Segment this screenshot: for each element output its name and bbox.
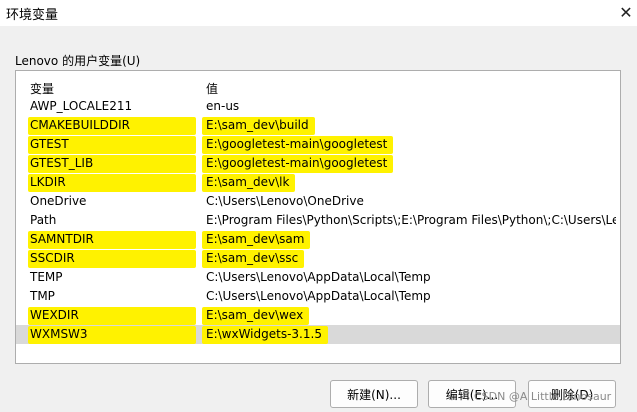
variable-value: C:\Users\Lenovo\AppData\Local\Temp <box>206 289 431 303</box>
table-row[interactable]: TMP C:\Users\Lenovo\AppData\Local\Temp <box>16 287 620 306</box>
variable-value: E:\sam_dev\lk <box>206 175 290 189</box>
table-row[interactable]: AWP_LOCALE211 en-us <box>16 97 620 116</box>
new-button[interactable]: 新建(N)... <box>330 380 418 408</box>
close-icon[interactable]: ✕ <box>615 0 637 24</box>
variable-value: E:\sam_dev\wex <box>206 308 304 322</box>
variable-value: en-us <box>206 99 240 113</box>
variable-name: GTEST <box>30 137 69 151</box>
variable-name: AWP_LOCALE211 <box>30 99 133 113</box>
window-title: 环境变量 <box>6 8 59 23</box>
variable-name: Path <box>30 213 57 227</box>
table-row[interactable]: GTEST_LIB E:\googletest-main\googletest <box>16 154 620 173</box>
table-row[interactable]: SAMNTDIR E:\sam_dev\sam <box>16 230 620 249</box>
variable-name: SSCDIR <box>30 251 75 265</box>
table-row[interactable]: WEXDIR E:\sam_dev\wex <box>16 306 620 325</box>
table-row[interactable]: TEMP C:\Users\Lenovo\AppData\Local\Temp <box>16 268 620 287</box>
title-bar: 环境变量 ✕ <box>0 0 637 26</box>
variable-value: E:\sam_dev\build <box>206 118 309 132</box>
column-header-variable[interactable]: 变量 <box>30 80 54 97</box>
variable-value: E:\sam_dev\ssc <box>206 251 299 265</box>
variable-value: E:\sam_dev\sam <box>206 232 305 246</box>
variable-name: OneDrive <box>30 194 87 208</box>
user-variables-group-label: Lenovo 的用户变量(U) <box>15 54 141 68</box>
variable-name: SAMNTDIR <box>30 232 94 246</box>
list-header: 变量 值 <box>16 78 620 96</box>
table-row[interactable]: OneDrive C:\Users\Lenovo\OneDrive <box>16 192 620 211</box>
variable-name: WXMSW3 <box>30 327 88 341</box>
variable-value: E:\wxWidgets-3.1.5 <box>206 327 322 341</box>
table-row[interactable]: LKDIR E:\sam_dev\lk <box>16 173 620 192</box>
table-row[interactable]: GTEST E:\googletest-main\googletest <box>16 135 620 154</box>
variable-name: TMP <box>30 289 55 303</box>
table-row[interactable]: Path E:\Program Files\Python\Scripts\;E:\… <box>16 211 620 230</box>
variable-name: LKDIR <box>30 175 66 189</box>
table-row[interactable]: SSCDIR E:\sam_dev\ssc <box>16 249 620 268</box>
user-variables-list[interactable]: 变量 值 AWP_LOCALE211 en-us CMAKEBUILDDIR E:\s… <box>15 70 621 364</box>
variable-value: E:\Program Files\Python\Scripts\;E:\Prog… <box>206 213 616 227</box>
watermark: CSDN @A Little Dinosaur <box>474 390 612 403</box>
variable-value: C:\Users\Lenovo\AppData\Local\Temp <box>206 270 431 284</box>
variable-value: C:\Users\Lenovo\OneDrive <box>206 194 364 208</box>
variable-value: E:\googletest-main\googletest <box>206 137 388 151</box>
variable-name: CMAKEBUILDDIR <box>30 118 130 132</box>
table-row[interactable]: CMAKEBUILDDIR E:\sam_dev\build <box>16 116 620 135</box>
column-header-value[interactable]: 值 <box>206 80 218 97</box>
variable-name: WEXDIR <box>30 308 79 322</box>
variable-value: E:\googletest-main\googletest <box>206 156 388 170</box>
table-row[interactable]: WXMSW3 E:\wxWidgets-3.1.5 <box>16 325 620 344</box>
variable-name: TEMP <box>30 270 63 284</box>
variable-name: GTEST_LIB <box>30 156 94 170</box>
